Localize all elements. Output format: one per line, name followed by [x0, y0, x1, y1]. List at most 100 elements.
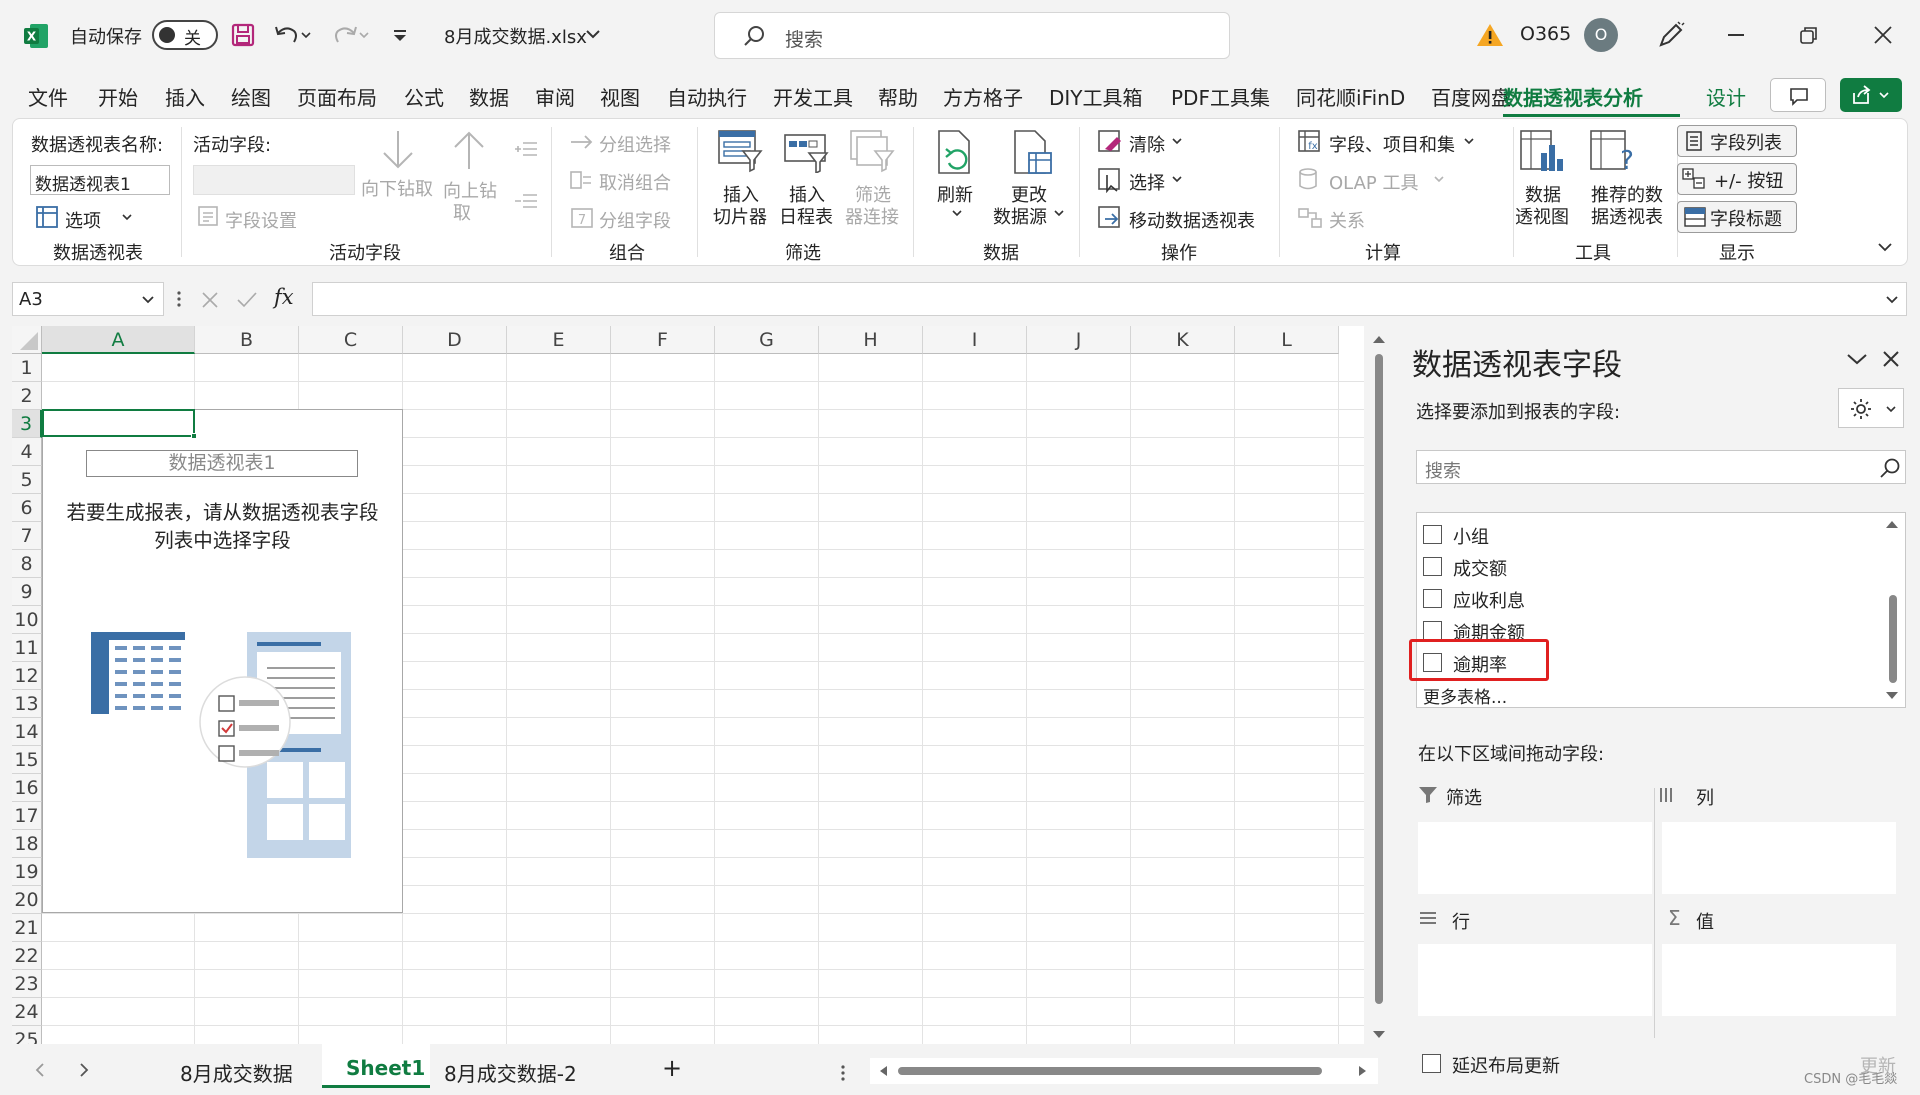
- row-header-15[interactable]: 15: [12, 746, 42, 774]
- h-scroll-thumb[interactable]: [898, 1067, 1322, 1075]
- column-header-j[interactable]: J: [1027, 326, 1131, 354]
- scroll-right-icon[interactable]: [1358, 1065, 1368, 1077]
- field-checkbox[interactable]: [1423, 621, 1442, 640]
- redo-icon[interactable]: [330, 22, 370, 48]
- chevron-down-icon[interactable]: [585, 28, 601, 40]
- change-source-line2[interactable]: 数据源: [993, 203, 1047, 229]
- comments-button[interactable]: [1770, 78, 1826, 112]
- column-header-h[interactable]: H: [819, 326, 923, 354]
- field-list-toggle[interactable]: 字段列表: [1677, 125, 1797, 157]
- ribbon-collapse-icon[interactable]: [1877, 241, 1893, 253]
- search-box[interactable]: 搜索: [714, 12, 1230, 59]
- pane-options-chevron-icon[interactable]: [1846, 352, 1868, 366]
- column-header-l[interactable]: L: [1235, 326, 1339, 354]
- more-tables-link[interactable]: 更多表格...: [1423, 683, 1507, 708]
- tab-developer[interactable]: 开发工具: [773, 82, 853, 111]
- autosave-toggle[interactable]: 关: [152, 20, 218, 50]
- row-header-10[interactable]: 10: [12, 606, 42, 634]
- column-header-g[interactable]: G: [715, 326, 819, 354]
- tab-diy-toolbox[interactable]: DIY工具箱: [1049, 82, 1143, 111]
- column-header-k[interactable]: K: [1131, 326, 1235, 354]
- sheet-tab-aug-data[interactable]: 8月成交数据: [180, 1058, 293, 1087]
- chevron-down-icon[interactable]: [1463, 137, 1475, 147]
- options-icon[interactable]: [35, 205, 59, 229]
- chevron-down-icon[interactable]: [121, 213, 133, 223]
- restore-icon[interactable]: [1800, 26, 1818, 44]
- field-checkbox[interactable]: [1423, 589, 1442, 608]
- row-header-9[interactable]: 9: [12, 578, 42, 606]
- close-pane-icon[interactable]: [1882, 350, 1900, 368]
- row-header-13[interactable]: 13: [12, 690, 42, 718]
- field-checkbox[interactable]: [1423, 557, 1442, 576]
- insert-timeline-line2[interactable]: 日程表: [779, 203, 833, 229]
- expand-buttons-toggle[interactable]: +/- 按钮: [1677, 163, 1797, 195]
- share-button[interactable]: [1840, 78, 1902, 112]
- tab-data[interactable]: 数据: [469, 82, 509, 111]
- column-header-d[interactable]: D: [403, 326, 507, 354]
- list-scroll-down-icon[interactable]: [1885, 691, 1899, 701]
- file-name[interactable]: 8月成交数据.xlsx: [444, 23, 587, 49]
- close-icon[interactable]: [1874, 26, 1892, 44]
- add-sheet-button[interactable]: +: [662, 1054, 682, 1082]
- tab-automate[interactable]: 自动执行: [667, 82, 747, 111]
- tab-design[interactable]: 设计: [1706, 82, 1746, 111]
- tab-draw[interactable]: 绘图: [231, 82, 271, 111]
- tab-pdf-tools[interactable]: PDF工具集: [1171, 82, 1270, 111]
- row-header-4[interactable]: 4: [12, 438, 42, 466]
- drill-up-button-line2[interactable]: 取: [453, 199, 471, 225]
- chevron-down-icon[interactable]: [141, 295, 155, 305]
- more-options-icon[interactable]: [176, 290, 182, 308]
- vertical-scrollbar[interactable]: [1366, 326, 1392, 1044]
- formula-input[interactable]: [312, 282, 1907, 316]
- undo-icon[interactable]: [272, 22, 312, 48]
- tab-file[interactable]: 文件: [28, 82, 68, 111]
- insert-function-button[interactable]: fx: [274, 285, 294, 309]
- relationships-button[interactable]: 关系: [1329, 207, 1365, 233]
- save-icon[interactable]: [230, 22, 256, 48]
- row-header-18[interactable]: 18: [12, 830, 42, 858]
- options-button[interactable]: 选项: [65, 207, 101, 233]
- chevron-down-icon[interactable]: [1053, 209, 1065, 219]
- warning-icon[interactable]: [1476, 22, 1504, 48]
- expand-formula-icon[interactable]: [1885, 295, 1899, 305]
- scroll-up-icon[interactable]: [1372, 334, 1386, 344]
- tab-fangfang[interactable]: 方方格子: [943, 82, 1023, 111]
- name-box[interactable]: A3: [12, 282, 164, 316]
- spreadsheet-grid[interactable]: ABCDEFGHIJKL 1 2 3 4 5 6 7 8 9 10 11 12 13 14 15 16 17 18…: [12, 326, 1364, 1044]
- tab-view[interactable]: 视图: [600, 82, 640, 111]
- drill-down-button[interactable]: 向下钻取: [361, 175, 433, 201]
- row-header-21[interactable]: 21: [12, 914, 42, 942]
- field-checkbox[interactable]: [1423, 525, 1442, 544]
- recommended-pivot-line2[interactable]: 据透视表: [1591, 203, 1663, 229]
- tab-ifind[interactable]: 同花顺iFinD: [1296, 82, 1405, 111]
- row-header-12[interactable]: 12: [12, 662, 42, 690]
- tab-pivot-analyze[interactable]: 数据透视表分析: [1503, 82, 1643, 111]
- column-header-i[interactable]: I: [923, 326, 1027, 354]
- row-header-8[interactable]: 8: [12, 550, 42, 578]
- row-header-20[interactable]: 20: [12, 886, 42, 914]
- fill-handle[interactable]: [191, 433, 197, 439]
- values-drop-area[interactable]: [1662, 944, 1896, 1016]
- chevron-down-icon[interactable]: [1171, 175, 1183, 185]
- row-header-1[interactable]: 1: [12, 354, 42, 382]
- row-header-17[interactable]: 17: [12, 802, 42, 830]
- select-button[interactable]: 选择: [1129, 169, 1165, 195]
- pivot-placeholder[interactable]: 数据透视表1 若要生成报表，请从数据透视表字段 列表中选择字段: [42, 409, 403, 913]
- filter-connections-line2[interactable]: 器连接: [845, 203, 899, 229]
- olap-tools-button[interactable]: OLAP 工具: [1329, 169, 1419, 195]
- column-header-a[interactable]: A: [42, 326, 195, 354]
- chevron-down-icon[interactable]: [1171, 137, 1183, 147]
- row-header-16[interactable]: 16: [12, 774, 42, 802]
- column-header-e[interactable]: E: [507, 326, 611, 354]
- list-scroll-up-icon[interactable]: [1885, 519, 1899, 529]
- tab-insert[interactable]: 插入: [165, 82, 205, 111]
- field-headers-toggle[interactable]: 字段标题: [1677, 201, 1797, 233]
- rows-drop-area[interactable]: [1418, 944, 1652, 1016]
- tab-review[interactable]: 审阅: [535, 82, 575, 111]
- field-search-input[interactable]: 搜索: [1416, 450, 1906, 484]
- row-header-14[interactable]: 14: [12, 718, 42, 746]
- group-selection-button[interactable]: 分组选择: [599, 131, 671, 157]
- group-field-button[interactable]: 分组字段: [599, 207, 671, 233]
- chevron-down-icon[interactable]: [951, 209, 963, 219]
- customize-qat-icon[interactable]: [390, 26, 410, 46]
